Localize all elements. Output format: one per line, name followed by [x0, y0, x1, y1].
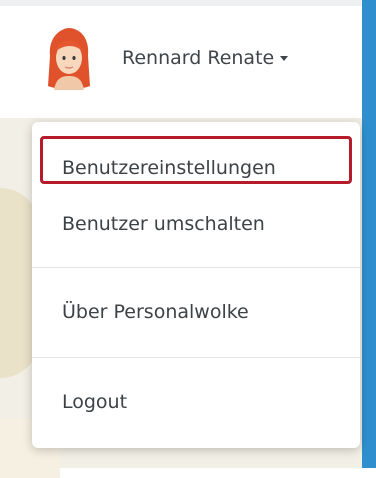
female-avatar-icon	[48, 28, 90, 90]
right-accent-bar	[362, 0, 376, 468]
user-menu-toggle[interactable]: Rennard Renate	[40, 26, 289, 90]
menu-item-label: Benutzer umschalten	[62, 213, 265, 235]
menu-item-user-settings[interactable]: Benutzereinstellungen	[32, 146, 360, 190]
menu-item-label: Über Personalwolke	[62, 301, 249, 323]
menu-item-logout[interactable]: Logout	[32, 380, 360, 424]
menu-divider	[32, 267, 360, 268]
user-name: Rennard Renate	[122, 47, 275, 69]
user-dropdown-menu: Benutzereinstellungen Benutzer umschalte…	[32, 122, 360, 448]
caret-down-icon	[280, 55, 289, 61]
menu-divider	[32, 357, 360, 358]
menu-item-label: Logout	[62, 391, 128, 413]
menu-item-label: Benutzereinstellungen	[62, 157, 276, 179]
menu-item-about[interactable]: Über Personalwolke	[32, 290, 360, 334]
menu-item-switch-user[interactable]: Benutzer umschalten	[32, 202, 360, 246]
